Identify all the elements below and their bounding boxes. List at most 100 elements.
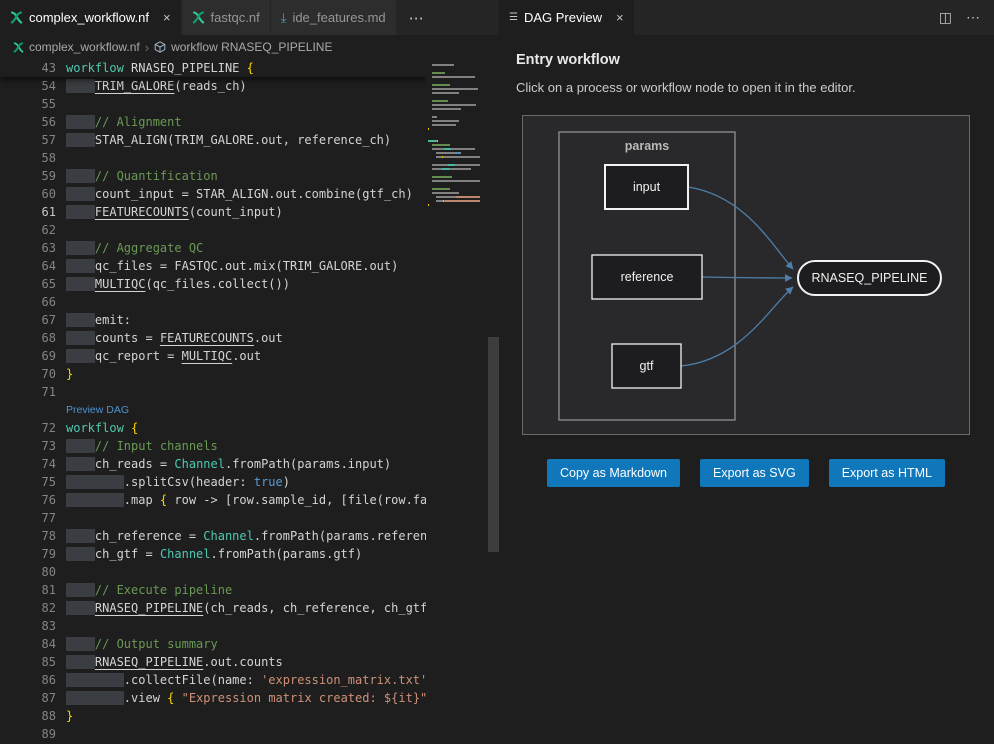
code-line-88[interactable]: 88} [0,707,426,725]
code-line-56[interactable]: 56 // Alignment [0,113,426,131]
code-lines: 54 TRIM_GALORE(reads_ch)5556 // Alignmen… [0,77,426,743]
code-line-77[interactable]: 77 [0,509,426,527]
code-line-43[interactable]: 43workflow RNASEQ_PIPELINE { [0,59,426,77]
right-tabbar: ☰ DAG Preview × ◫ ⋯ [499,0,994,35]
line-number: 75 [0,473,56,491]
preview-icon: ☰ [509,12,518,23]
code-text: ch_reference = Channel.fromPath(params.r… [66,527,426,545]
code-text: // Aggregate QC [66,239,203,257]
codelens-row: Preview DAG [0,401,426,419]
code-line-65[interactable]: 65 MULTIQC(qc_files.collect()) [0,275,426,293]
code-area[interactable]: 43workflow RNASEQ_PIPELINE { 54 TRIM_GAL… [0,59,426,744]
left-tabbar: complex_workflow.nf × fastqc.nf ⤓ ide_fe… [0,0,499,35]
code-text: .collectFile(name: 'expression_matrix.tx… [66,671,426,689]
code-line-61[interactable]: 61 FEATURECOUNTS(count_input) [0,203,426,221]
code-line-75[interactable]: 75 .splitCsv(header: true) [0,473,426,491]
close-icon[interactable]: × [616,10,624,25]
code-line-73[interactable]: 73 // Input channels [0,437,426,455]
svg-text:RNASEQ_PIPELINE: RNASEQ_PIPELINE [811,271,927,285]
dag-node-input[interactable]: input [605,165,688,209]
codelens-link[interactable]: Preview DAG [66,401,129,419]
code-line-80[interactable]: 80 [0,563,426,581]
line-number: 63 [0,239,56,257]
code-text: RNASEQ_PIPELINE.out.counts [66,653,283,671]
code-line-63[interactable]: 63 // Aggregate QC [0,239,426,257]
dag-node-gtf[interactable]: gtf [612,344,681,388]
minimap[interactable] [426,59,488,744]
tab-complex-workflow[interactable]: complex_workflow.nf × [0,0,182,35]
code-line-85[interactable]: 85 RNASEQ_PIPELINE.out.counts [0,653,426,671]
code-line-64[interactable]: 64 qc_files = FASTQC.out.mix(TRIM_GALORE… [0,257,426,275]
code-line-59[interactable]: 59 // Quantification [0,167,426,185]
tab-fastqc[interactable]: fastqc.nf [182,0,271,35]
export-html-button[interactable]: Export as HTML [829,459,945,487]
code-text: ch_gtf = Channel.fromPath(params.gtf) [66,545,362,563]
code-line-60[interactable]: 60 count_input = STAR_ALIGN.out.combine(… [0,185,426,203]
panel-title: Entry workflow [516,52,994,68]
scrollbar-thumb[interactable] [488,337,499,552]
line-number: 83 [0,617,56,635]
line-number: 74 [0,455,56,473]
split-editor-icon[interactable]: ◫ [939,9,952,26]
code-line-62[interactable]: 62 [0,221,426,239]
code-line-55[interactable]: 55 [0,95,426,113]
line-number: 62 [0,221,56,239]
dag-node-rnaseq-pipeline[interactable]: RNASEQ_PIPELINE [798,261,941,295]
code-line-83[interactable]: 83 [0,617,426,635]
code-line-69[interactable]: 69 qc_report = MULTIQC.out [0,347,426,365]
code-text: emit: [66,311,131,329]
export-svg-button[interactable]: Export as SVG [700,459,809,487]
breadcrumb-symbol[interactable]: workflow RNASEQ_PIPELINE [171,40,332,54]
code-line-70[interactable]: 70} [0,365,426,383]
line-number: 66 [0,293,56,311]
line-number: 57 [0,131,56,149]
line-number: 78 [0,527,56,545]
chevron-right-icon: › [145,40,149,55]
more-actions-icon[interactable]: ⋯ [966,9,980,26]
code-line-57[interactable]: 57 STAR_ALIGN(TRIM_GALORE.out, reference… [0,131,426,149]
line-number: 67 [0,311,56,329]
dag-preview-content: Entry workflow Click on a process or wor… [499,35,994,487]
code-line-82[interactable]: 82 RNASEQ_PIPELINE(ch_reads, ch_referenc… [0,599,426,617]
code-line-74[interactable]: 74 ch_reads = Channel.fromPath(params.in… [0,455,426,473]
code-line-87[interactable]: 87 .view { "Expression matrix created: $… [0,689,426,707]
code-line-78[interactable]: 78 ch_reference = Channel.fromPath(param… [0,527,426,545]
editor-scrollbar[interactable] [488,59,499,744]
code-line-71[interactable]: 71 [0,383,426,401]
code-line-76[interactable]: 76 .map { row -> [row.sample_id, [file(r… [0,491,426,509]
line-number: 58 [0,149,56,167]
code-line-67[interactable]: 67 emit: [0,311,426,329]
line-number: 89 [0,725,56,743]
code-line-66[interactable]: 66 [0,293,426,311]
code-line-68[interactable]: 68 counts = FEATURECOUNTS.out [0,329,426,347]
code-line-79[interactable]: 79 ch_gtf = Channel.fromPath(params.gtf) [0,545,426,563]
line-number: 43 [0,59,56,77]
code-line-81[interactable]: 81 // Execute pipeline [0,581,426,599]
code-line-86[interactable]: 86 .collectFile(name: 'expression_matrix… [0,671,426,689]
code-line-54[interactable]: 54 TRIM_GALORE(reads_ch) [0,77,426,95]
line-number: 59 [0,167,56,185]
code-text: } [66,707,73,725]
dag-actions: Copy as Markdown Export as SVG Export as… [522,459,970,487]
copy-markdown-button[interactable]: Copy as Markdown [547,459,680,487]
code-line-58[interactable]: 58 [0,149,426,167]
code-line-84[interactable]: 84 // Output summary [0,635,426,653]
code-text: .splitCsv(header: true) [66,473,290,491]
tab-dag-preview[interactable]: ☰ DAG Preview × [499,0,635,35]
code-line-72[interactable]: 72workflow { [0,419,426,437]
breadcrumb-file[interactable]: complex_workflow.nf [29,40,140,54]
nextflow-icon [10,11,23,24]
line-number: 56 [0,113,56,131]
line-number: 81 [0,581,56,599]
dag-node-reference[interactable]: reference [592,255,702,299]
panel-subtitle: Click on a process or workflow node to o… [516,80,994,95]
tab-overflow-icon[interactable]: ⋯ [397,0,436,35]
close-icon[interactable]: × [163,10,171,25]
line-number: 86 [0,671,56,689]
tab-label: complex_workflow.nf [29,10,149,25]
code-text: counts = FEATURECOUNTS.out [66,329,283,347]
tab-ide-features[interactable]: ⤓ ide_features.md [271,0,397,35]
line-number: 85 [0,653,56,671]
code-line-89[interactable]: 89 [0,725,426,743]
symbol-cube-icon [154,41,166,53]
